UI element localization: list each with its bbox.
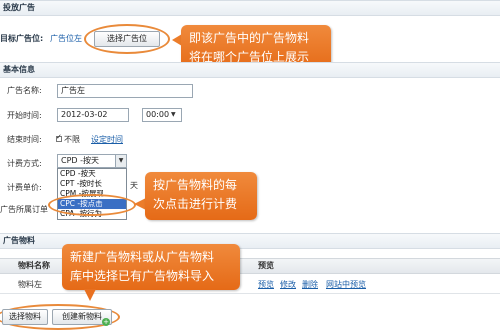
start-time-label: 开始时间: (7, 111, 42, 120)
order-label: 广告所属订单 (0, 205, 48, 214)
callout-pointer (84, 289, 96, 301)
column-header-name: 物料名称 (18, 261, 50, 270)
column-header-preview: 预览 (258, 261, 274, 270)
section-header-basic-info: 基本信息 (0, 62, 500, 78)
select-slot-button[interactable]: 选择广告位 (94, 31, 160, 47)
target-slot-label: 目标广告位: (0, 34, 44, 43)
section-header-placement: 投放广告 (0, 0, 500, 16)
end-time-label: 结束时间: (7, 135, 42, 144)
unlimited-label: 不限 (64, 135, 80, 144)
site-preview-link[interactable]: 网站中预览 (326, 279, 366, 290)
section-title: 广告物料 (3, 236, 35, 245)
material-name-cell: 物料左 (18, 280, 42, 289)
chevron-down-icon[interactable]: ▼ (115, 155, 126, 167)
select-material-button[interactable]: 选择物料 (2, 309, 48, 325)
preview-link[interactable]: 预览 (258, 279, 274, 290)
section-title: 基本信息 (3, 65, 35, 74)
chevron-down-icon: ▼ (171, 111, 176, 118)
callout-line: 新建广告物料或从广告物料 (70, 250, 215, 264)
section-title: 投放广告 (3, 3, 35, 12)
delete-link[interactable]: 删除 (302, 279, 318, 290)
unit-suffix: 天 (130, 181, 138, 190)
dropdown-option-cpd[interactable]: CPD -按天 (58, 169, 126, 179)
name-input[interactable]: 广告左 (57, 84, 193, 98)
target-slot-value: 广告位左 (50, 34, 82, 43)
start-time-select[interactable]: 00:00 (142, 108, 182, 122)
set-time-link[interactable]: 设定时间 (91, 134, 123, 145)
start-time-value: 00:00 (146, 110, 170, 119)
callout-line: 库中选择已有广告物料导入 (70, 269, 215, 283)
callout-billing-explanation: 按广告物料的每 次点击进行计费 (145, 172, 257, 220)
billing-select-value: CPD -按天 (61, 156, 99, 165)
dropdown-option-cpt[interactable]: CPT -按时长 (58, 179, 126, 189)
start-date-input[interactable]: 2012-03-02 (57, 108, 129, 122)
billing-label: 计费方式: (7, 159, 42, 168)
callout-line: 次点击进行计费 (153, 197, 238, 211)
callout-line: 即该广告中的广告物料 (189, 31, 310, 45)
add-icon: + (102, 318, 110, 326)
highlight-ellipse-cpc (48, 194, 136, 216)
check-icon: ✓ (56, 133, 62, 141)
name-label: 广告名称: (7, 86, 42, 95)
callout-material-explanation: 新建广告物料或从广告物料 库中选择已有广告物料导入 (62, 244, 240, 290)
edit-link[interactable]: 修改 (280, 279, 296, 290)
unlimited-checkbox[interactable]: ✓ (56, 133, 62, 142)
unit-price-label: 计费单价: (7, 183, 42, 192)
callout-line: 按广告物料的每 (153, 178, 238, 192)
